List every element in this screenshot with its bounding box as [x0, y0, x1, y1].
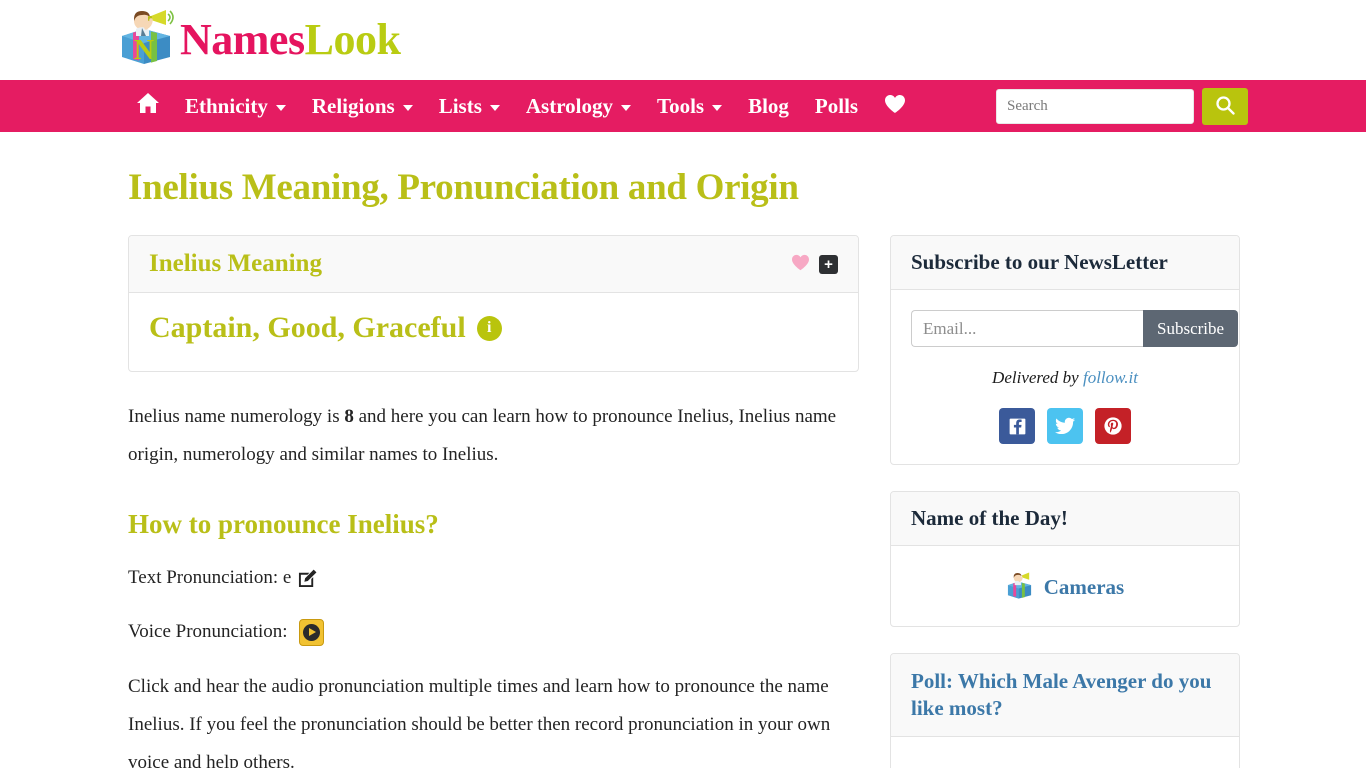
chevron-down-icon	[275, 105, 286, 111]
search-input[interactable]	[996, 88, 1194, 124]
logo-look-text: Look	[304, 15, 401, 64]
subscribe-button[interactable]: Subscribe	[1143, 310, 1239, 347]
content-columns: Inelius Meaning + Captain, Good, Gracefu…	[128, 235, 1248, 768]
text-pronunciation-label: Text Pronunciation: e	[128, 567, 292, 589]
nav-label-religions: Religions	[311, 93, 395, 118]
heart-icon	[884, 94, 906, 118]
nav-label-polls: Polls	[814, 93, 859, 118]
poll-card-header: Poll: Which Male Avenger do you like mos…	[891, 654, 1239, 737]
info-circle-icon[interactable]: i	[476, 315, 502, 341]
nav-item-ethnicity[interactable]: Ethnicity	[172, 94, 299, 119]
newsletter-title: Subscribe to our NewsLetter	[911, 250, 1168, 274]
main-navigation-bar: Ethnicity Religions Lists Astrology Tool…	[0, 80, 1366, 132]
poll-card: Poll: Which Male Avenger do you like mos…	[890, 653, 1240, 768]
newsletter-card: Subscribe to our NewsLetter Subscribe De…	[890, 235, 1240, 465]
voice-pronunciation-row: Voice Pronunciation:	[128, 614, 859, 650]
nav-item-blog[interactable]: Blog	[735, 94, 802, 119]
pronunciation-description: Click and hear the audio pronunciation m…	[128, 676, 831, 768]
pinterest-icon[interactable]	[1095, 408, 1131, 444]
page-title: Inelius Meaning, Pronunciation and Origi…	[128, 167, 799, 208]
pencil-square-icon[interactable]	[298, 569, 317, 588]
name-of-day-card: Name of the Day! Cameras	[890, 491, 1240, 627]
logo-names-text: Names	[180, 15, 305, 64]
nav-label-astrology: Astrology	[525, 93, 613, 118]
megaphone-boy-gift-box-logo-icon: N	[118, 9, 176, 71]
meaning-card: Inelius Meaning + Captain, Good, Gracefu…	[128, 235, 859, 372]
nav-label-blog: Blog	[748, 93, 789, 118]
meaning-card-header: Inelius Meaning +	[129, 236, 858, 293]
logo-wordmark: NamesLook	[180, 15, 401, 64]
nav-items: Ethnicity Religions Lists Astrology Tool…	[136, 92, 996, 120]
email-field[interactable]	[911, 310, 1143, 347]
nav-label-lists: Lists	[438, 93, 482, 118]
add-to-list-icon[interactable]: +	[819, 254, 838, 274]
social-links	[911, 408, 1219, 444]
nav-item-lists[interactable]: Lists	[426, 94, 513, 119]
name-of-day-header: Name of the Day!	[891, 492, 1239, 546]
delivered-by-text: Delivered by follow.it	[911, 368, 1219, 388]
sidebar: Subscribe to our NewsLetter Subscribe De…	[890, 235, 1240, 768]
text-pronunciation-row: Text Pronunciation: e	[128, 560, 859, 596]
logo-bar: N NamesLook	[0, 0, 1366, 80]
search-button[interactable]	[1202, 87, 1248, 125]
home-icon	[136, 92, 160, 120]
meaning-value: Captain, Good, Graceful	[149, 311, 466, 344]
poll-card-body	[891, 737, 1239, 768]
pronunciation-heading: How to pronounce Inelius?	[128, 509, 439, 540]
search-icon	[1215, 95, 1235, 118]
site-logo[interactable]: N NamesLook	[118, 9, 401, 71]
play-circle	[302, 623, 320, 641]
intro-text-part1: Inelius name numerology is	[128, 406, 345, 427]
name-of-day-title: Name of the Day!	[911, 506, 1068, 530]
nav-item-home[interactable]	[136, 92, 172, 120]
name-of-day-body: Cameras	[891, 546, 1239, 626]
nav-label-tools: Tools	[656, 93, 705, 118]
voice-pronunciation-label: Voice Pronunciation:	[128, 621, 288, 643]
nav-label-ethnicity: Ethnicity	[185, 93, 268, 118]
chevron-down-icon	[712, 105, 723, 111]
main-column: Inelius Meaning + Captain, Good, Gracefu…	[128, 235, 859, 768]
follow-it-link[interactable]: follow.it	[1083, 368, 1138, 387]
nav-item-astrology[interactable]: Astrology	[513, 94, 644, 119]
nav-item-religions[interactable]: Religions	[299, 94, 426, 119]
delivered-prefix: Delivered by	[992, 368, 1083, 387]
name-of-day-link[interactable]: Cameras	[1044, 575, 1124, 600]
search-area	[996, 87, 1248, 125]
newsletter-card-body: Subscribe Delivered by follow.it	[891, 290, 1239, 464]
meaning-card-actions: +	[791, 254, 838, 275]
chevron-down-icon	[620, 105, 631, 111]
nav-item-tools[interactable]: Tools	[644, 94, 735, 119]
name-of-day-row: Cameras	[911, 566, 1219, 606]
favorite-heart-icon[interactable]	[791, 254, 810, 275]
nameslook-mini-logo-icon	[1006, 572, 1034, 602]
facebook-icon[interactable]	[999, 408, 1035, 444]
chevron-down-icon	[402, 105, 413, 111]
page-content: Inelius Meaning, Pronunciation and Origi…	[0, 166, 1366, 768]
twitter-icon[interactable]	[1047, 408, 1083, 444]
poll-title[interactable]: Poll: Which Male Avenger do you like mos…	[911, 668, 1219, 722]
meaning-card-body: Captain, Good, Graceful i	[129, 293, 858, 371]
newsletter-card-header: Subscribe to our NewsLetter	[891, 236, 1239, 290]
meaning-value-row: Captain, Good, Graceful i	[149, 311, 838, 345]
intro-paragraph: Inelius name numerology is 8 and here yo…	[128, 398, 859, 473]
play-button-icon[interactable]	[298, 618, 324, 646]
svg-text:N: N	[134, 35, 154, 66]
numerology-value: 8	[344, 406, 354, 427]
play-triangle	[308, 628, 316, 637]
chevron-down-icon	[489, 105, 500, 111]
subscribe-form: Subscribe	[911, 310, 1239, 347]
nav-item-polls[interactable]: Polls	[802, 94, 871, 119]
meaning-card-title: Inelius Meaning	[149, 250, 322, 277]
nav-item-favorites[interactable]	[871, 94, 919, 118]
